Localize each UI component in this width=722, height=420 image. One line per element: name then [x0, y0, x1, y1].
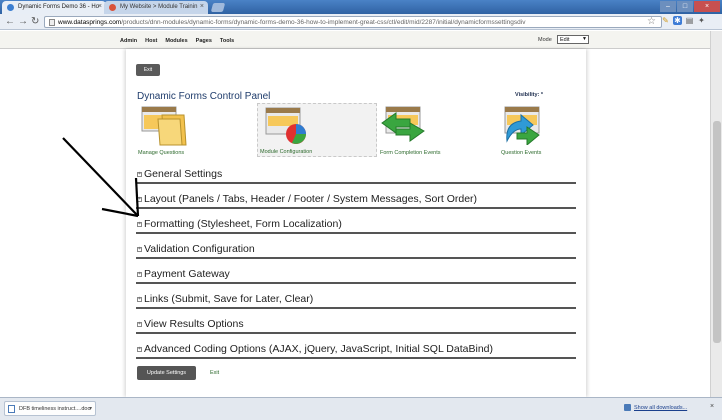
close-window-button[interactable]: × — [694, 1, 720, 12]
reload-icon[interactable]: ↻ — [31, 16, 39, 27]
site-favicon-icon — [7, 4, 14, 11]
page-menu-icon[interactable]: ▤ — [685, 16, 694, 25]
dnn-control-bar: Admin Host Modules Pages Tools Mode Edit… — [0, 31, 710, 49]
tab-strip: Dynamic Forms Demo 36 - Ho × My Website … — [0, 0, 722, 14]
question-events-icon — [504, 106, 540, 145]
back-arrow-icon[interactable]: ← — [5, 16, 15, 27]
update-settings-button[interactable]: Update Settings — [137, 366, 196, 380]
exit-top-button[interactable]: Exit — [136, 64, 160, 76]
menu-admin[interactable]: Admin — [120, 38, 137, 44]
bookmark-star-icon[interactable]: ☆ — [647, 16, 656, 27]
url-domain: www.datasprings.com — [58, 19, 122, 26]
gear-extension-icon[interactable]: ✱ — [673, 16, 682, 25]
address-bar[interactable]: www.datasprings.com/products/dnn-modules… — [44, 16, 662, 28]
control-bar-menu: Admin Host Modules Pages Tools — [120, 38, 234, 44]
mode-value: Edit — [560, 37, 570, 43]
expand-icon[interactable]: + — [137, 197, 142, 202]
minimize-button[interactable]: – — [660, 1, 676, 12]
section-layout[interactable]: + Layout (Panels / Tabs, Header / Footer… — [136, 187, 576, 209]
manage-questions-item[interactable]: Manage Questions — [136, 103, 256, 157]
site-favicon-icon — [109, 4, 116, 11]
window-controls: – □ × — [660, 1, 720, 12]
module-configuration-item[interactable]: Module Configuration — [257, 103, 377, 157]
expand-icon[interactable]: + — [137, 172, 142, 177]
chevron-down-icon: ▼ — [582, 36, 587, 42]
exit-link[interactable]: Exit — [210, 370, 219, 376]
wrench-icon[interactable]: ✦ — [697, 16, 706, 25]
section-general-settings[interactable]: + General Settings — [136, 162, 576, 184]
menu-host[interactable]: Host — [145, 38, 157, 44]
page-scrollbar[interactable] — [710, 31, 722, 397]
section-label: Links (Submit, Save for Later, Clear) — [144, 293, 314, 305]
mode-label: Mode — [538, 37, 552, 43]
section-validation[interactable]: + Validation Configuration — [136, 237, 576, 259]
section-label: Formatting (Stylesheet, Form Localizatio… — [144, 218, 342, 230]
page-title: Dynamic Forms Control Panel — [137, 91, 271, 102]
download-filename: DFB timeliness instruct....doc — [19, 406, 91, 412]
show-all-downloads-link[interactable]: Show all downloads... — [634, 405, 687, 411]
item-label: Form Completion Events — [380, 150, 441, 156]
page-icon — [49, 19, 55, 26]
extension-icons: ✎ ✱ ▤ ✦ — [661, 16, 706, 25]
new-tab-button[interactable] — [210, 3, 226, 12]
downloads-icon — [624, 404, 631, 411]
section-label: View Results Options — [144, 318, 244, 330]
section-payment-gateway[interactable]: + Payment Gateway — [136, 262, 576, 284]
download-item[interactable]: DFB timeliness instruct....doc ▾ — [4, 401, 96, 416]
item-label: Manage Questions — [138, 150, 185, 156]
tab-my-website[interactable]: My Website > Module Trainin × — [104, 1, 208, 14]
close-icon[interactable]: × — [710, 403, 714, 410]
expand-icon[interactable]: + — [137, 322, 142, 327]
expand-icon[interactable]: + — [137, 297, 142, 302]
section-view-results[interactable]: + View Results Options — [136, 312, 576, 334]
menu-pages[interactable]: Pages — [196, 38, 212, 44]
tab-dynamic-forms-demo[interactable]: Dynamic Forms Demo 36 - Ho × — [2, 1, 106, 14]
config-chart-icon — [265, 107, 306, 144]
mode-select[interactable]: Edit ▼ — [557, 35, 589, 44]
close-tab-icon[interactable]: × — [98, 3, 102, 10]
section-label: Advanced Coding Options (AJAX, jQuery, J… — [144, 343, 493, 355]
section-label: Validation Configuration — [144, 243, 255, 255]
expand-icon[interactable]: + — [137, 247, 142, 252]
section-advanced-coding[interactable]: + Advanced Coding Options (AJAX, jQuery,… — [136, 337, 576, 359]
expand-icon[interactable]: + — [137, 347, 142, 352]
expand-icon[interactable]: + — [137, 272, 142, 277]
pencil-extension-icon[interactable]: ✎ — [661, 16, 670, 25]
section-label: Payment Gateway — [144, 268, 230, 280]
item-label: Module Configuration — [260, 149, 313, 155]
expand-icon[interactable]: + — [137, 222, 142, 227]
item-label: Question Events — [501, 150, 542, 156]
section-formatting[interactable]: + Formatting (Stylesheet, Form Localizat… — [136, 212, 576, 234]
tab-title: My Website > Module Trainin — [120, 4, 198, 10]
menu-modules[interactable]: Modules — [165, 38, 187, 44]
close-tab-icon[interactable]: × — [200, 3, 204, 10]
tab-title: Dynamic Forms Demo 36 - Ho — [18, 4, 100, 10]
form-completion-events-item[interactable]: Form Completion Events — [378, 103, 498, 157]
completion-events-icon — [381, 106, 425, 142]
folder-icon — [141, 106, 187, 146]
visibility-label[interactable]: Visibility: * — [515, 92, 543, 98]
url-path: /products/dnn-modules/dynamic-forms/dyna… — [121, 19, 526, 26]
section-links[interactable]: + Links (Submit, Save for Later, Clear) — [136, 287, 576, 309]
browser-toolbar: ← → ↻ www.datasprings.com/products/dnn-m… — [0, 14, 722, 30]
section-label: Layout (Panels / Tabs, Header / Footer /… — [144, 193, 478, 205]
question-events-item[interactable]: Question Events — [499, 103, 585, 157]
menu-tools[interactable]: Tools — [220, 38, 234, 44]
maximize-button[interactable]: □ — [677, 1, 693, 12]
forward-arrow-icon[interactable]: → — [18, 16, 28, 27]
scrollbar-thumb[interactable] — [713, 121, 721, 343]
section-label: General Settings — [144, 168, 223, 180]
chevron-down-icon[interactable]: ▾ — [89, 405, 92, 412]
download-bar: DFB timeliness instruct....doc ▾ Show al… — [0, 397, 722, 420]
document-icon — [8, 405, 15, 413]
